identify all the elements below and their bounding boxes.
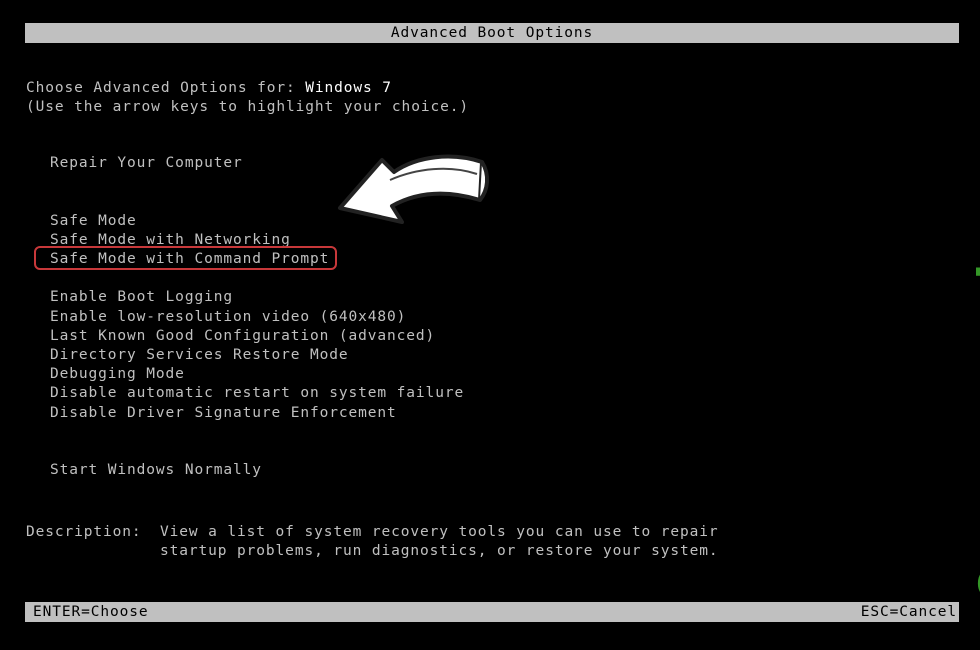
menu-item-ds-restore[interactable]: Directory Services Restore Mode xyxy=(50,346,349,365)
description-line-1: View a list of system recovery tools you… xyxy=(160,524,719,540)
choose-prompt: Choose Advanced Options for: Windows 7 xyxy=(26,79,392,98)
curved-arrow-icon xyxy=(338,154,489,224)
menu-item-safe-mode[interactable]: Safe Mode xyxy=(50,212,137,231)
enter-choose-hint: ENTER=Choose xyxy=(33,604,149,620)
esc-cancel-hint: ESC=Cancel xyxy=(860,604,957,620)
menu-item-repair[interactable]: Repair Your Computer xyxy=(50,154,243,173)
prompt-label: Choose Advanced Options for: xyxy=(26,80,306,96)
menu-item-last-known-good[interactable]: Last Known Good Configuration (advanced) xyxy=(50,327,435,346)
site-watermark: 2-remove-virus.com xyxy=(966,29,980,600)
menu-item-disable-driver-signature[interactable]: Disable Driver Signature Enforcement xyxy=(50,404,397,423)
menu-item-debugging[interactable]: Debugging Mode xyxy=(50,365,185,384)
menu-item-boot-logging[interactable]: Enable Boot Logging xyxy=(50,288,233,307)
menu-item-start-normally[interactable]: Start Windows Normally xyxy=(50,461,262,480)
description-label: Description: xyxy=(26,524,142,540)
os-name: Windows 7 xyxy=(305,80,392,96)
window-title: Advanced Boot Options xyxy=(390,25,594,41)
menu-item-disable-auto-restart[interactable]: Disable automatic restart on system fail… xyxy=(50,384,464,403)
menu-item-low-res-video[interactable]: Enable low-resolution video (640x480) xyxy=(50,308,406,327)
selection-highlight-box xyxy=(34,246,337,270)
description-line-2: startup problems, run diagnostics, or re… xyxy=(160,543,719,559)
navigation-hint: (Use the arrow keys to highlight your ch… xyxy=(26,99,469,115)
status-bar: ENTER=Choose ESC=Cancel xyxy=(25,602,959,622)
title-bar: Advanced Boot Options xyxy=(25,23,959,43)
